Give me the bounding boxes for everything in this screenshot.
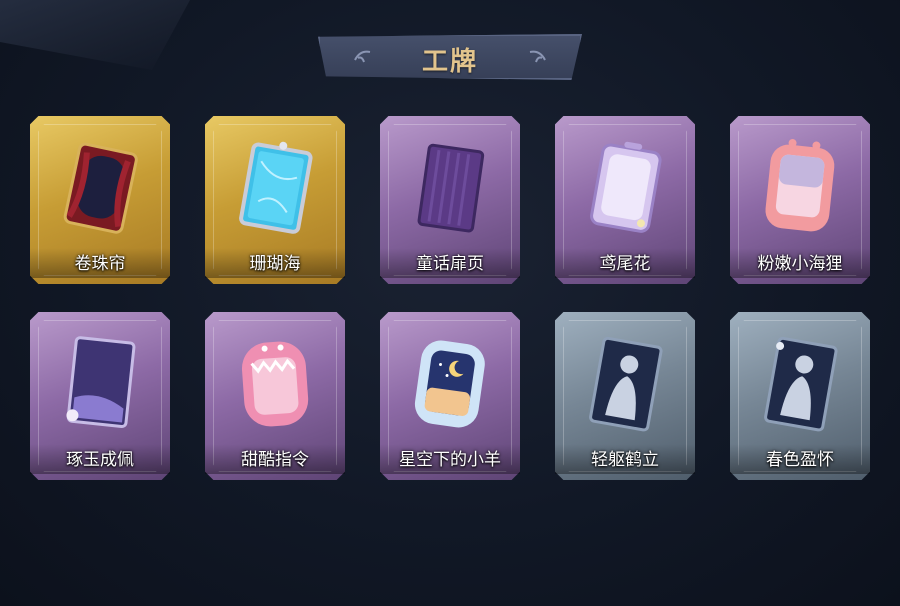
badge-card[interactable]: 粉嫩小海狸 bbox=[730, 116, 870, 284]
badge-name: 卷珠帘 bbox=[74, 254, 126, 274]
pink-beaver-badge-icon bbox=[765, 138, 835, 232]
badge-name: 珊瑚海 bbox=[249, 254, 301, 274]
badge-card[interactable]: 星空下的小羊 bbox=[380, 312, 520, 480]
badge-name: 粉嫩小海狸 bbox=[757, 254, 843, 274]
badge-card[interactable]: 珊瑚海 bbox=[205, 116, 345, 284]
pink-shark-badge-icon bbox=[241, 341, 309, 427]
silhouette-badge-icon bbox=[589, 336, 663, 432]
badge-name: 甜酷指令 bbox=[241, 450, 309, 470]
badge-card[interactable]: 春色盈怀 bbox=[730, 312, 870, 480]
badge-name: 轻躯鹤立 bbox=[591, 450, 659, 470]
badge-name: 星空下的小羊 bbox=[399, 450, 501, 470]
lavender-badge-icon bbox=[590, 141, 662, 233]
badge-card[interactable]: 卷珠帘 bbox=[30, 116, 170, 284]
badge-name: 童话扉页 bbox=[416, 254, 484, 274]
blue-ocean-badge-icon bbox=[239, 141, 313, 234]
badge-card[interactable]: 轻躯鹤立 bbox=[555, 312, 695, 480]
dark-red-curtain-badge-icon bbox=[63, 142, 138, 234]
badge-grid: 卷珠帘 珊瑚海 童话扉页 鸢尾花 粉嫩小海狸 琢玉成佩 甜酷指令 星空下的小羊 … bbox=[0, 0, 900, 606]
badge-name: 琢玉成佩 bbox=[66, 450, 134, 470]
badge-card[interactable]: 甜酷指令 bbox=[205, 312, 345, 480]
badge-name: 春色盈怀 bbox=[766, 450, 834, 470]
jade-purple-badge-icon bbox=[66, 336, 136, 429]
badge-card[interactable]: 琢玉成佩 bbox=[30, 312, 170, 480]
badge-card[interactable]: 鸢尾花 bbox=[555, 116, 695, 284]
purple-page-badge-icon bbox=[417, 143, 485, 233]
badge-card[interactable]: 童话扉页 bbox=[380, 116, 520, 284]
badge-name: 鸢尾花 bbox=[599, 254, 651, 274]
starry-sheep-badge-icon bbox=[414, 340, 485, 428]
silhouette-badge-icon bbox=[764, 336, 838, 432]
